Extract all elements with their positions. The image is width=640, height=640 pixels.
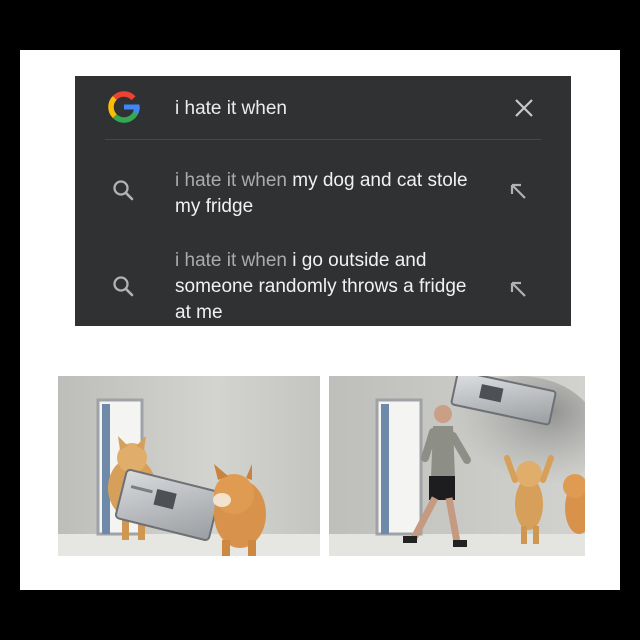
google-g-icon <box>108 91 140 123</box>
close-icon <box>515 99 533 117</box>
dog-cat-fridge-illustration <box>58 376 320 556</box>
arrow-up-left-icon[interactable] <box>507 180 529 202</box>
meme-image-thrown-fridge <box>329 376 585 556</box>
thrown-fridge-illustration <box>329 376 585 556</box>
search-input[interactable]: i hate it when <box>175 98 287 120</box>
search-suggestions-panel: i hate it when i hate it when my dog and… <box>75 76 571 326</box>
suggestion-text: i hate it when my dog and cat stole my f… <box>175 168 485 220</box>
suggestion-prefix: i hate it when <box>175 250 293 271</box>
suggestion-prefix: i hate it when <box>175 170 293 191</box>
search-icon <box>113 180 134 201</box>
suggestion-item[interactable]: i hate it when i go outside and someone … <box>75 248 571 328</box>
suggestion-text: i hate it when i go outside and someone … <box>175 248 485 326</box>
divider <box>105 139 541 140</box>
meme-image-dog-cat-fridge <box>58 376 320 556</box>
clear-search-button[interactable] <box>509 93 539 123</box>
arrow-up-left-icon[interactable] <box>507 278 529 300</box>
suggestion-item[interactable]: i hate it when my dog and cat stole my f… <box>75 168 571 226</box>
search-icon <box>113 276 134 297</box>
meme-card: i hate it when i hate it when my dog and… <box>20 50 620 590</box>
